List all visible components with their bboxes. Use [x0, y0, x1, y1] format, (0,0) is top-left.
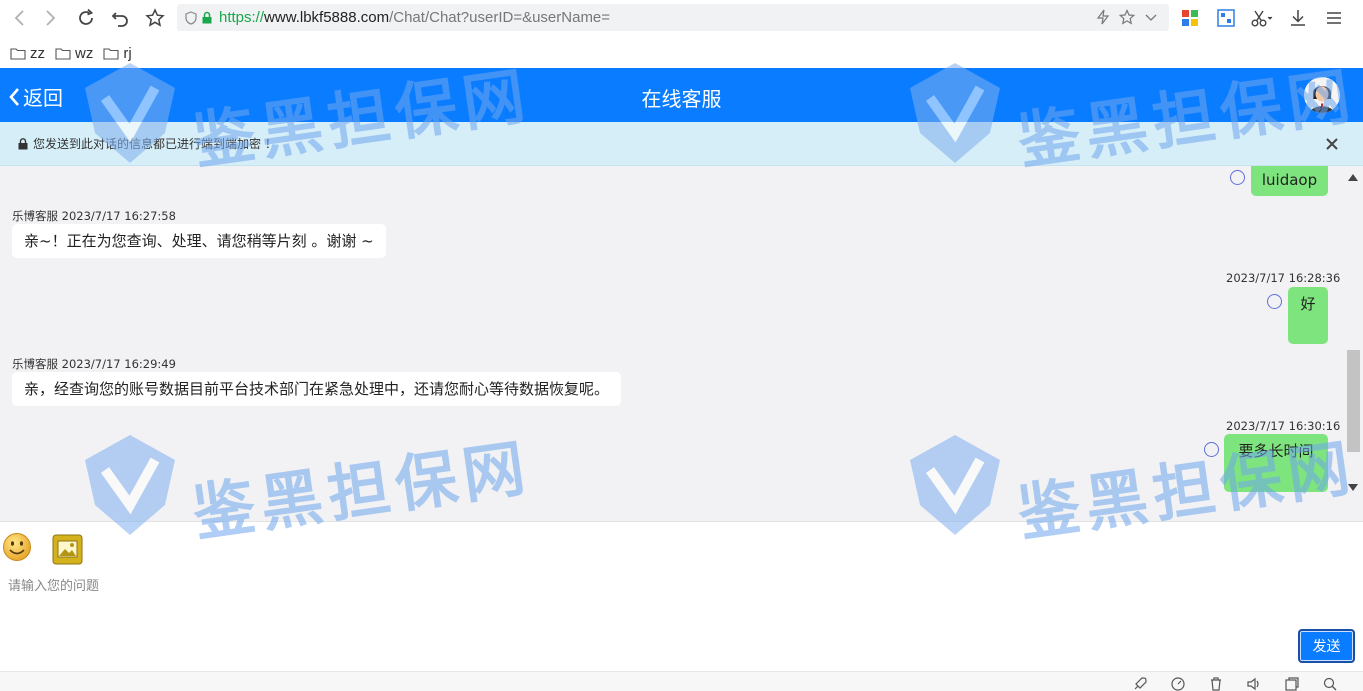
encryption-notice: 您发送到此对话的信息都已进行端到端加密 ！ — [0, 122, 1363, 166]
message-time: 2023/7/17 16:27:58 — [61, 209, 176, 223]
scroll-up-icon[interactable] — [1348, 173, 1358, 181]
bookmark-label: rj — [123, 44, 132, 62]
download-icon[interactable] — [1286, 6, 1310, 30]
message-time: 2023/7/17 16:30:16 — [1226, 419, 1341, 433]
back-arrow-icon[interactable] — [4, 2, 36, 34]
shield-icon — [185, 10, 197, 25]
scissors-icon[interactable] — [1250, 6, 1274, 30]
trash-icon[interactable] — [1208, 676, 1224, 691]
bookmark-folder-zz[interactable]: zz — [10, 45, 45, 62]
scroll-down-icon[interactable] — [1348, 484, 1358, 492]
folder-icon — [55, 47, 71, 60]
forward-arrow-icon[interactable] — [34, 2, 66, 34]
folder-icon — [10, 47, 26, 60]
lock-icon — [18, 137, 28, 149]
reload-icon[interactable] — [70, 2, 102, 34]
scroll-thumb[interactable] — [1347, 350, 1360, 452]
send-button[interactable]: 发送 — [1298, 629, 1355, 663]
speaker-icon[interactable] — [1246, 676, 1262, 691]
sender-name: 乐博客服 — [12, 357, 58, 371]
address-bar[interactable]: https://www.lbkf5888.com/Chat/Chat?userI… — [177, 4, 1169, 31]
read-status-icon — [1230, 170, 1245, 185]
window-icon[interactable] — [1284, 676, 1300, 691]
message-input[interactable] — [8, 574, 1288, 598]
folder-icon — [103, 47, 119, 60]
message-bubble-incoming: 亲，经查询您的账号数据目前平台技术部门在紧急处理中，还请您耐心等待数据恢复呢。 — [12, 372, 622, 406]
chat-header: 返回 在线客服 — [0, 68, 1363, 122]
url-scheme: https:// — [219, 9, 265, 26]
read-status-icon — [1204, 442, 1219, 457]
menu-icon[interactable] — [1322, 6, 1346, 30]
read-status-icon — [1267, 294, 1282, 309]
bookmark-star-icon[interactable] — [1119, 9, 1135, 25]
sender-name: 乐博客服 — [12, 209, 58, 223]
message-meta: 乐博客服 2023/7/17 16:27:58 — [12, 208, 176, 224]
lightning-icon[interactable] — [1095, 9, 1111, 25]
rocket-icon[interactable] — [1132, 676, 1148, 691]
url-host: www.lbkf5888.com — [264, 9, 390, 26]
emoji-icon[interactable] — [2, 532, 32, 562]
browser-toolbar: https://www.lbkf5888.com/Chat/Chat?userI… — [0, 0, 1363, 36]
message-bubble-incoming: 亲~！正在为您查询、处理、请您稍等片刻 。谢谢 ~ — [12, 224, 386, 258]
lock-icon — [202, 11, 212, 24]
zoom-icon[interactable] — [1322, 676, 1338, 691]
bookmark-folder-rj[interactable]: rj — [103, 44, 132, 62]
browser-status-bar — [0, 671, 1363, 691]
message-time: 2023/7/17 16:29:49 — [61, 357, 176, 371]
chevron-down-icon[interactable] — [1143, 9, 1159, 25]
image-upload-icon[interactable] — [52, 534, 83, 565]
url-path: /Chat/Chat?userID=&userName= — [389, 9, 611, 26]
page-title: 在线客服 — [641, 87, 722, 111]
message-time: 2023/7/17 16:28:36 — [1226, 271, 1341, 285]
message-bubble-outgoing: 好 — [1288, 287, 1328, 344]
notice-text: 您发送到此对话的信息都已进行端到端加密 ！ — [33, 137, 277, 151]
bookmarks-bar: zz wz rj — [0, 38, 1363, 68]
bookmark-folder-wz[interactable]: wz — [55, 45, 93, 62]
bookmark-label: zz — [30, 44, 45, 62]
close-icon[interactable] — [1325, 137, 1339, 151]
undo-icon[interactable] — [104, 2, 136, 34]
message-bubble-outgoing: 要多长时间 — [1224, 434, 1328, 492]
qr-scan-icon[interactable] — [1214, 6, 1238, 30]
message-list[interactable]: luidaop 乐博客服 2023/7/17 16:27:58 亲~！正在为您查… — [0, 166, 1363, 521]
message-bubble-outgoing: luidaop — [1251, 166, 1328, 196]
message-meta: 乐博客服 2023/7/17 16:29:49 — [12, 356, 176, 372]
speed-icon[interactable] — [1170, 676, 1186, 691]
avatar[interactable] — [1304, 77, 1340, 113]
star-icon[interactable] — [139, 2, 171, 34]
composer: 发送 — [0, 521, 1363, 671]
url-text: https://www.lbkf5888.com/Chat/Chat?userI… — [219, 9, 610, 26]
apps-grid-icon[interactable] — [1178, 6, 1202, 30]
scrollbar[interactable] — [1344, 166, 1363, 521]
bookmark-label: wz — [75, 44, 94, 62]
